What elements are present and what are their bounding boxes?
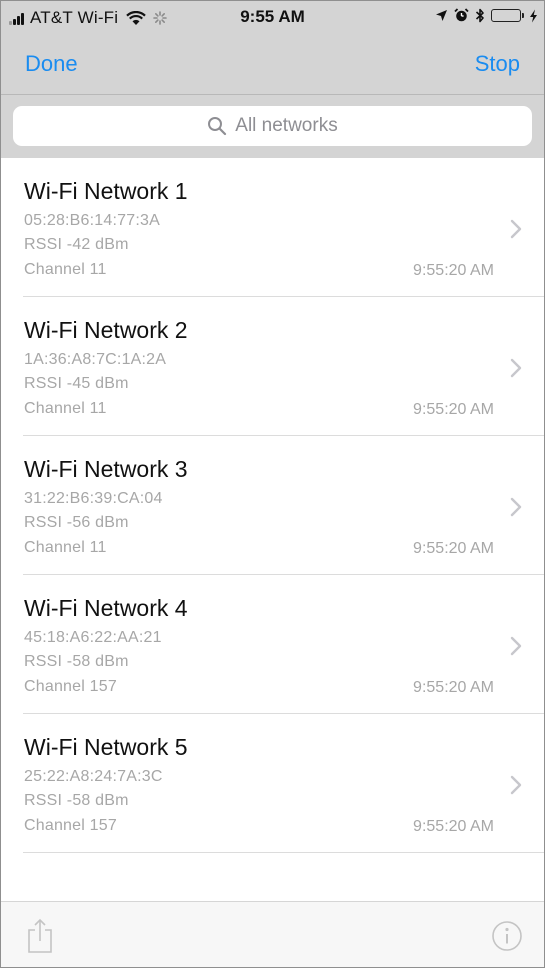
network-timestamp: 9:55:20 AM xyxy=(413,818,494,835)
network-mac: 31:22:B6:39:CA:04 xyxy=(24,490,163,507)
bluetooth-icon xyxy=(475,8,484,23)
network-rssi: RSSI -58 dBm xyxy=(24,792,129,809)
battery-icon xyxy=(491,9,524,22)
network-channel: Channel 11 xyxy=(24,261,107,278)
network-channel: Channel 157 xyxy=(24,817,117,834)
navigation-bar: Done Stop xyxy=(1,37,544,95)
network-list: Wi-Fi Network 1 05:28:B6:14:77:3A RSSI -… xyxy=(1,158,544,853)
network-name: Wi-Fi Network 3 xyxy=(24,456,188,482)
network-row[interactable]: Wi-Fi Network 3 31:22:B6:39:CA:04 RSSI -… xyxy=(1,436,544,575)
network-timestamp: 9:55:20 AM xyxy=(413,679,494,696)
search-field[interactable]: All networks xyxy=(13,106,532,146)
network-mac: 25:22:A8:24:7A:3C xyxy=(24,768,163,785)
chevron-right-icon xyxy=(510,636,522,656)
network-name: Wi-Fi Network 5 xyxy=(24,734,188,760)
status-bar: AT&T Wi-Fi 9:55 AM xyxy=(1,1,544,37)
info-icon[interactable] xyxy=(491,920,523,952)
network-name: Wi-Fi Network 4 xyxy=(24,595,188,621)
charging-bolt-icon xyxy=(530,9,537,22)
search-icon xyxy=(208,117,227,136)
network-mac: 1A:36:A8:7C:1A:2A xyxy=(24,351,167,368)
network-name: Wi-Fi Network 1 xyxy=(24,178,188,204)
network-channel: Channel 11 xyxy=(24,400,107,417)
network-row[interactable]: Wi-Fi Network 2 1A:36:A8:7C:1A:2A RSSI -… xyxy=(1,297,544,436)
nav-divider xyxy=(1,94,544,95)
chevron-right-icon xyxy=(510,775,522,795)
done-button[interactable]: Done xyxy=(25,51,78,77)
network-channel: Channel 11 xyxy=(24,539,107,556)
bottom-toolbar xyxy=(1,901,544,967)
network-channel: Channel 157 xyxy=(24,678,117,695)
search-placeholder: All networks xyxy=(235,115,338,136)
chevron-right-icon xyxy=(510,358,522,378)
network-name: Wi-Fi Network 2 xyxy=(24,317,188,343)
row-divider xyxy=(23,852,544,853)
chevron-right-icon xyxy=(510,219,522,239)
location-arrow-icon xyxy=(436,10,447,21)
network-mac: 05:28:B6:14:77:3A xyxy=(24,212,160,229)
network-mac: 45:18:A6:22:AA:21 xyxy=(24,629,162,646)
header-area: AT&T Wi-Fi 9:55 AM Done Stop All network… xyxy=(1,1,544,158)
network-rssi: RSSI -42 dBm xyxy=(24,236,129,253)
network-rssi: RSSI -45 dBm xyxy=(24,375,129,392)
alarm-clock-icon xyxy=(454,8,469,22)
network-row[interactable]: Wi-Fi Network 5 25:22:A8:24:7A:3C RSSI -… xyxy=(1,714,544,853)
network-row[interactable]: Wi-Fi Network 4 45:18:A6:22:AA:21 RSSI -… xyxy=(1,575,544,714)
network-row[interactable]: Wi-Fi Network 1 05:28:B6:14:77:3A RSSI -… xyxy=(1,158,544,297)
app-window: AT&T Wi-Fi 9:55 AM Done Stop All network… xyxy=(0,0,545,968)
network-rssi: RSSI -58 dBm xyxy=(24,653,129,670)
chevron-right-icon xyxy=(510,497,522,517)
network-timestamp: 9:55:20 AM xyxy=(413,262,494,279)
status-right xyxy=(429,8,538,23)
network-timestamp: 9:55:20 AM xyxy=(413,401,494,418)
stop-button[interactable]: Stop xyxy=(475,51,520,77)
share-icon[interactable] xyxy=(27,918,53,954)
network-rssi: RSSI -56 dBm xyxy=(24,514,129,531)
network-timestamp: 9:55:20 AM xyxy=(413,540,494,557)
